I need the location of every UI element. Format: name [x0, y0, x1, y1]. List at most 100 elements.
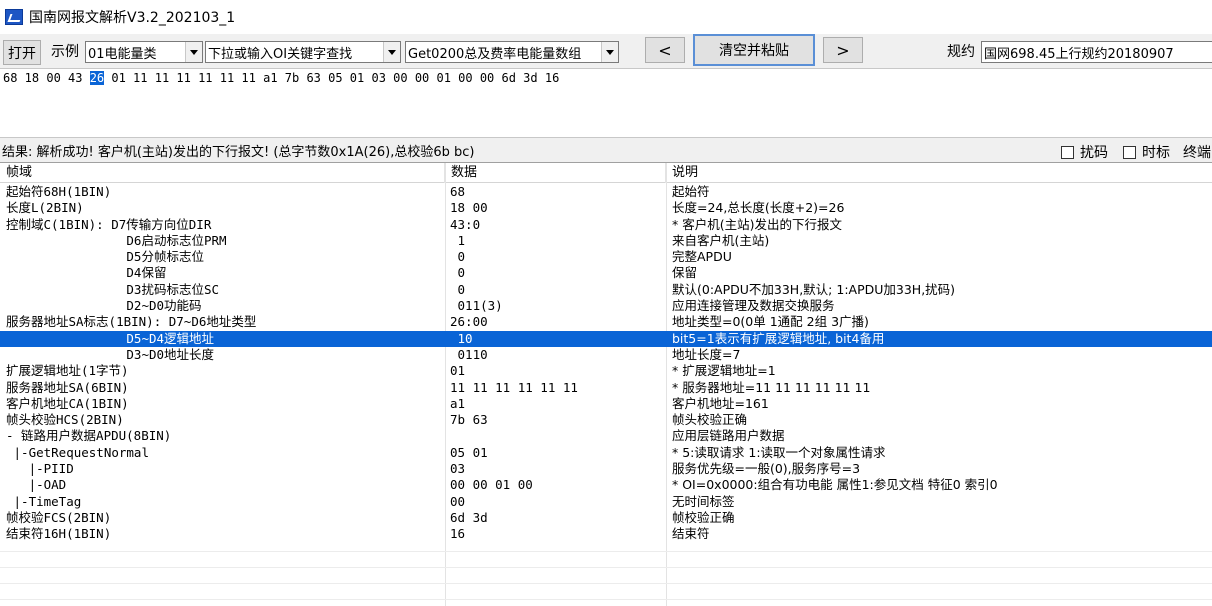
field-cell: 服务器地址SA(6BIN) — [6, 379, 129, 395]
desc-cell: 帧校验正确 — [672, 509, 735, 525]
table-body: 起始符68H(1BIN) 68 起始符 长度L(2BIN) 18 00 长度=24,总长度… — [0, 184, 1212, 543]
desc-cell: * 扩展逻辑地址=1 — [672, 363, 776, 379]
timetag-checkbox-label: 时标 — [1142, 145, 1170, 161]
column-header-field[interactable]: 帧域 — [0, 163, 445, 183]
hex-text-after: 01 11 11 11 11 11 11 a1 7b 63 05 01 03 0… — [104, 71, 560, 85]
field-cell: 结束符16H(1BIN) — [6, 526, 112, 542]
table-row[interactable]: 帧校验FCS(2BIN) 6d 3d 帧校验正确 — [0, 510, 1212, 526]
empty-row-line — [0, 566, 1212, 568]
hex-text-before: 68 18 00 43 — [3, 71, 90, 85]
field-cell: D5~D4逻辑地址 — [6, 330, 215, 346]
scramble-checkbox[interactable]: 扰码 — [1061, 142, 1108, 162]
protocol-select[interactable]: 国网698.45上行规约20180907 — [981, 41, 1212, 63]
data-cell: 6d 3d — [450, 509, 488, 525]
data-cell: 11 11 11 11 11 11 — [450, 379, 578, 395]
table-row[interactable]: D3~D0地址长度 0110 地址长度=7 — [0, 347, 1212, 363]
table-row[interactable]: |-TimeTag 00 无时间标签 — [0, 494, 1212, 510]
desc-cell: 帧头校验正确 — [672, 412, 748, 428]
data-cell: 0 — [450, 265, 466, 281]
data-cell: 0110 — [450, 346, 488, 362]
table-row[interactable]: 控制域C(1BIN): D7传输方向位DIR 43:0 * 客户机(主站)发出的下行… — [0, 217, 1212, 233]
table-row[interactable]: - 链路用户数据APDU(8BIN) 应用层链路用户数据 — [0, 428, 1212, 444]
protocol-select-value: 国网698.45上行规约20180907 — [984, 46, 1174, 62]
chevron-down-icon[interactable] — [185, 42, 202, 62]
field-cell: |-GetRequestNormal — [6, 444, 149, 460]
desc-cell: 起始符 — [672, 184, 710, 199]
data-cell: 18 00 — [450, 200, 488, 216]
hex-input[interactable]: 68 18 00 43 26 01 11 11 11 11 11 11 a1 7… — [0, 68, 1212, 138]
desc-cell: * OI=0x0000:组合有功电能 属性1:参见文档 特征0 索引0 — [672, 477, 998, 493]
title-bar: 国南网报文解析V3.2_202103_1 — [0, 0, 1212, 34]
table-row[interactable]: |-PIID 03 服务优先级=一般(0),服务序号=3 — [0, 461, 1212, 477]
table-row[interactable]: |-GetRequestNormal 05 01 * 5:读取请求 1:读取一个对象… — [0, 445, 1212, 461]
prev-button[interactable]: < — [645, 37, 685, 63]
table-row[interactable]: D4保留 0 保留 — [0, 265, 1212, 281]
field-cell: 控制域C(1BIN): D7传输方向位DIR — [6, 216, 212, 232]
table-row[interactable]: |-OAD 00 00 01 00 * OI=0x0000:组合有功电能 属性1:参… — [0, 477, 1212, 493]
result-text: 结果: 解析成功! 客户机(主站)发出的下行报文! (总字节数0x1A(26),… — [2, 144, 475, 160]
desc-cell: 结束符 — [672, 526, 710, 542]
column-header-data[interactable]: 数据 — [445, 163, 666, 183]
field-cell: D4保留 — [6, 265, 167, 281]
field-cell: 长度L(2BIN) — [6, 200, 84, 216]
column-header-desc[interactable]: 说明 — [666, 163, 1212, 183]
table-row[interactable]: 起始符68H(1BIN) 68 起始符 — [0, 184, 1212, 200]
data-cell: 10 — [450, 330, 473, 346]
data-cell: 16 — [450, 526, 466, 542]
function-select[interactable]: Get0200总及费率电能量数组 — [405, 41, 619, 63]
data-cell: 01 — [450, 363, 466, 379]
table-row[interactable]: D6启动标志位PRM 1 来自客户机(主站) — [0, 233, 1212, 249]
desc-cell: 应用层链路用户数据 — [672, 428, 785, 444]
terminal-label-wrap[interactable]: 终端 — [1183, 142, 1211, 162]
field-cell: D3扰码标志位SC — [6, 281, 220, 297]
table-row[interactable]: 服务器地址SA(6BIN) 11 11 11 11 11 11 * 服务器地址=11… — [0, 380, 1212, 396]
chevron-down-icon[interactable] — [601, 42, 618, 62]
field-cell: 客户机地址CA(1BIN) — [6, 395, 129, 411]
checkbox-icon[interactable] — [1061, 145, 1074, 159]
desc-cell: 服务优先级=一般(0),服务序号=3 — [672, 461, 861, 477]
open-button[interactable]: 打开 — [3, 40, 41, 65]
table-row[interactable]: 扩展逻辑地址(1字节) 01 * 扩展逻辑地址=1 — [0, 363, 1212, 379]
checkbox-icon[interactable] — [1123, 145, 1136, 159]
table-row[interactable]: 长度L(2BIN) 18 00 长度=24,总长度(长度+2)=26 — [0, 200, 1212, 216]
clear-paste-button[interactable]: 清空并粘贴 — [693, 34, 815, 66]
next-button[interactable]: > — [823, 37, 863, 63]
parse-result-table[interactable]: 帧域 数据 说明 起始符68H(1BIN) 68 起始符 长度L(2BIN) 18 00… — [0, 162, 1212, 606]
chevron-down-icon[interactable] — [383, 42, 400, 62]
oi-search-select[interactable]: 下拉或输入OI关键字查找 — [205, 41, 401, 63]
desc-cell: 长度=24,总长度(长度+2)=26 — [672, 200, 845, 216]
table-row[interactable]: 帧头校验HCS(2BIN) 7b 63 帧头校验正确 — [0, 412, 1212, 428]
desc-cell: * 5:读取请求 1:读取一个对象属性请求 — [672, 444, 886, 460]
table-header: 帧域 数据 说明 — [0, 163, 1212, 183]
field-cell: D2~D0功能码 — [6, 298, 202, 314]
field-cell: D5分帧标志位 — [6, 249, 204, 265]
desc-cell: 保留 — [672, 265, 698, 281]
table-row[interactable]: 服务器地址SA标志(1BIN): D7~D6地址类型 26:00 地址类型=0(0单… — [0, 314, 1212, 330]
toolbar: 打开 示例 01电能量类 下拉或输入OI关键字查找 Get0200总及费率电能量… — [0, 34, 1212, 68]
table-row[interactable]: 客户机地址CA(1BIN) a1 客户机地址=161 — [0, 396, 1212, 412]
field-cell: D6启动标志位PRM — [6, 232, 227, 248]
desc-cell: 地址长度=7 — [672, 346, 741, 362]
data-cell: 1 — [450, 232, 466, 248]
table-row[interactable]: D3扰码标志位SC 0 默认(0:APDU不加33H,默认; 1:APDU加33H… — [0, 282, 1212, 298]
table-row[interactable]: D2~D0功能码 011(3) 应用连接管理及数据交换服务 — [0, 298, 1212, 314]
timetag-checkbox[interactable]: 时标 — [1123, 142, 1170, 162]
example-select[interactable]: 01电能量类 — [85, 41, 203, 63]
table-row[interactable]: 结束符16H(1BIN) 16 结束符 — [0, 526, 1212, 542]
desc-cell: * 服务器地址=11 11 11 11 11 11 — [672, 379, 871, 395]
field-cell: |-OAD — [6, 477, 67, 493]
terminal-label: 终端 — [1183, 145, 1211, 161]
field-cell: |-PIID — [6, 461, 74, 477]
empty-row-line — [0, 598, 1212, 600]
app-logo-icon — [5, 9, 23, 25]
table-row[interactable]: D5分帧标志位 0 完整APDU — [0, 249, 1212, 265]
field-cell: - 链路用户数据APDU(8BIN) — [6, 428, 172, 444]
example-select-value: 01电能量类 — [88, 46, 157, 62]
field-cell: 帧校验FCS(2BIN) — [6, 509, 112, 525]
table-row[interactable]: D5~D4逻辑地址 10 bit5=1表示有扩展逻辑地址, bit4备用 — [0, 330, 1212, 347]
oi-search-value: 下拉或输入OI关键字查找 — [208, 46, 353, 62]
data-cell: a1 — [450, 395, 466, 411]
desc-cell: 无时间标签 — [672, 493, 735, 509]
scramble-checkbox-label: 扰码 — [1080, 145, 1108, 161]
desc-cell: bit5=1表示有扩展逻辑地址, bit4备用 — [672, 330, 885, 346]
